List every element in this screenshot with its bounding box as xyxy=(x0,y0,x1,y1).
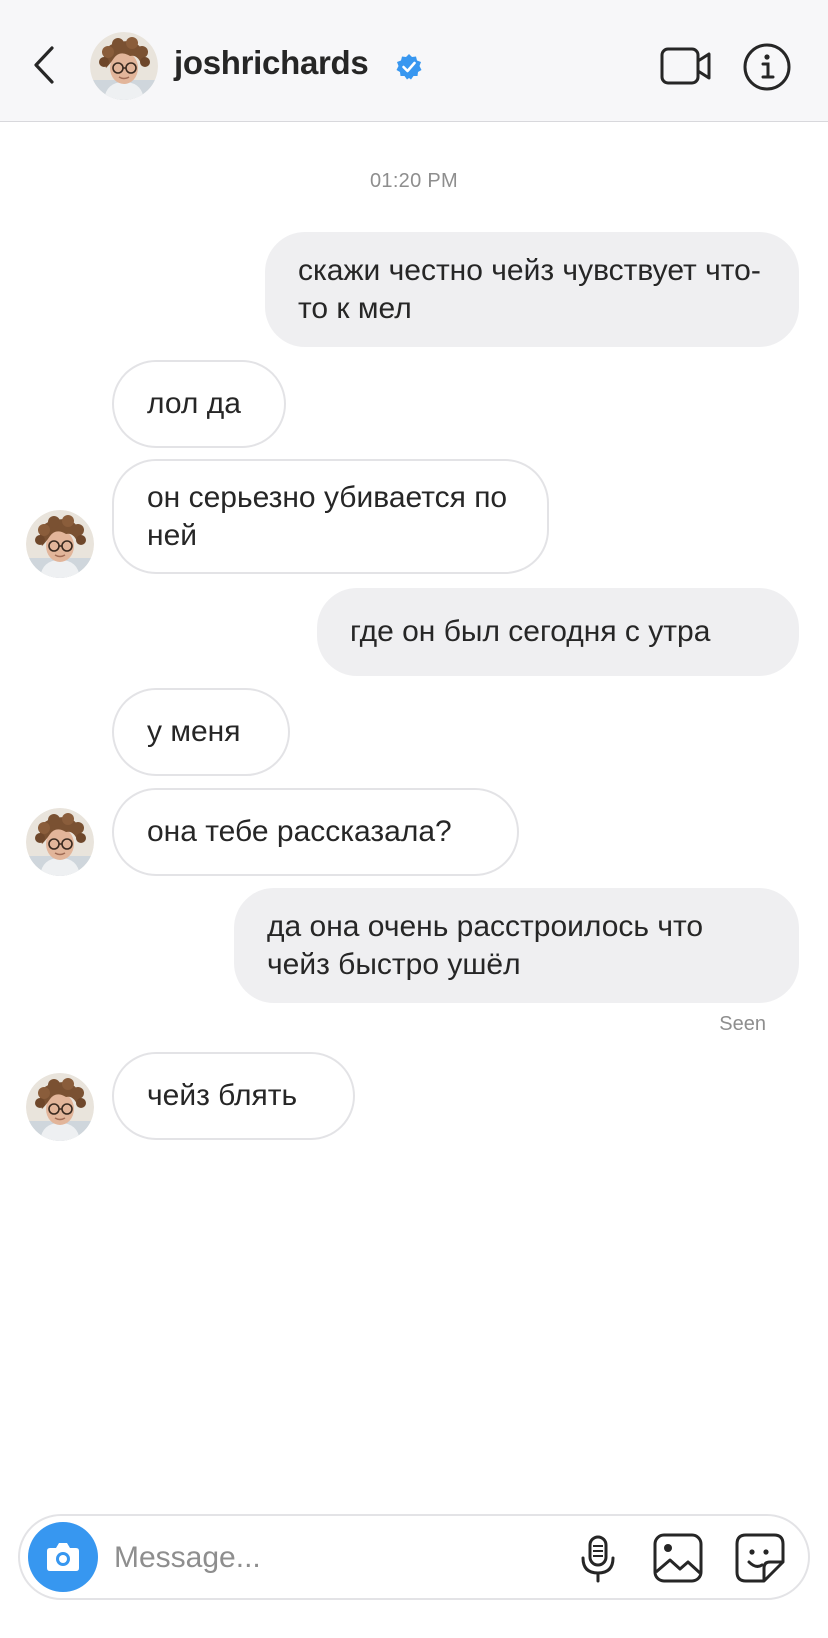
camera-button[interactable] xyxy=(28,1522,98,1592)
camera-icon xyxy=(47,1543,79,1571)
info-button[interactable] xyxy=(742,42,792,92)
image-gallery-icon xyxy=(653,1533,703,1583)
gallery-button[interactable] xyxy=(652,1532,704,1584)
video-camera-icon xyxy=(660,47,711,85)
verified-badge-icon xyxy=(395,53,423,81)
back-button[interactable] xyxy=(26,40,66,90)
message-text: скажи честно чейз чувствует что-то к мел xyxy=(298,253,761,325)
message-text: чейз блять xyxy=(147,1079,298,1112)
message-text: да она очень расстроилось что чейз быстр… xyxy=(267,909,704,981)
message-text: лол да xyxy=(147,387,241,420)
incoming-message[interactable]: он серьезно убивается по ней xyxy=(112,459,549,574)
voice-message-button[interactable] xyxy=(578,1534,618,1584)
message-text: где он был сегодня с утра xyxy=(350,615,711,648)
video-call-button[interactable] xyxy=(660,46,712,86)
incoming-message[interactable]: чейз блять xyxy=(112,1052,355,1140)
sticker-button[interactable] xyxy=(734,1532,786,1584)
message-timestamp: 01:20 PM xyxy=(369,170,458,192)
outgoing-message[interactable]: где он был сегодня с утра xyxy=(317,588,799,676)
message-text: он серьезно убивается по ней xyxy=(147,480,508,552)
conversation-header: joshrichards xyxy=(0,0,828,122)
message-composer xyxy=(18,1514,810,1600)
contact-avatar[interactable] xyxy=(90,32,158,100)
seen-indicator: Seen xyxy=(719,1013,766,1035)
sender-avatar[interactable] xyxy=(26,808,94,876)
incoming-message[interactable]: лол да xyxy=(112,360,286,448)
message-text: у меня xyxy=(147,715,241,748)
message-text: она тебе рассказала? xyxy=(147,815,452,848)
contact-username[interactable]: joshrichards xyxy=(174,44,369,82)
incoming-message[interactable]: она тебе рассказала? xyxy=(112,788,519,876)
incoming-message[interactable]: у меня xyxy=(112,688,290,776)
info-icon xyxy=(743,43,791,91)
outgoing-message[interactable]: скажи честно чейз чувствует что-то к мел xyxy=(265,232,799,347)
sticker-icon xyxy=(735,1533,785,1583)
sender-avatar[interactable] xyxy=(26,1073,94,1141)
sender-avatar[interactable] xyxy=(26,510,94,578)
microphone-icon xyxy=(581,1535,615,1583)
message-input[interactable] xyxy=(112,1532,556,1584)
outgoing-message[interactable]: да она очень расстроилось что чейз быстр… xyxy=(234,888,799,1003)
chevron-left-icon xyxy=(34,46,54,84)
